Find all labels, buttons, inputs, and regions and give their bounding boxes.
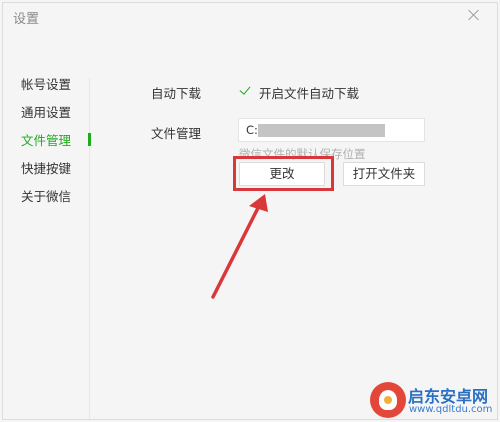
settings-window: 设置 帐号设置 通用设置 文件管理 快捷按键 关于微信 自动下载 开启文件自动下… bbox=[0, 0, 500, 422]
watermark-logo-icon bbox=[370, 382, 406, 418]
site-watermark: 启东安卓网 www.qdltdu.com bbox=[366, 380, 500, 422]
annotation-arrow bbox=[211, 194, 268, 299]
watermark-url: www.qdltdu.com bbox=[409, 404, 493, 415]
